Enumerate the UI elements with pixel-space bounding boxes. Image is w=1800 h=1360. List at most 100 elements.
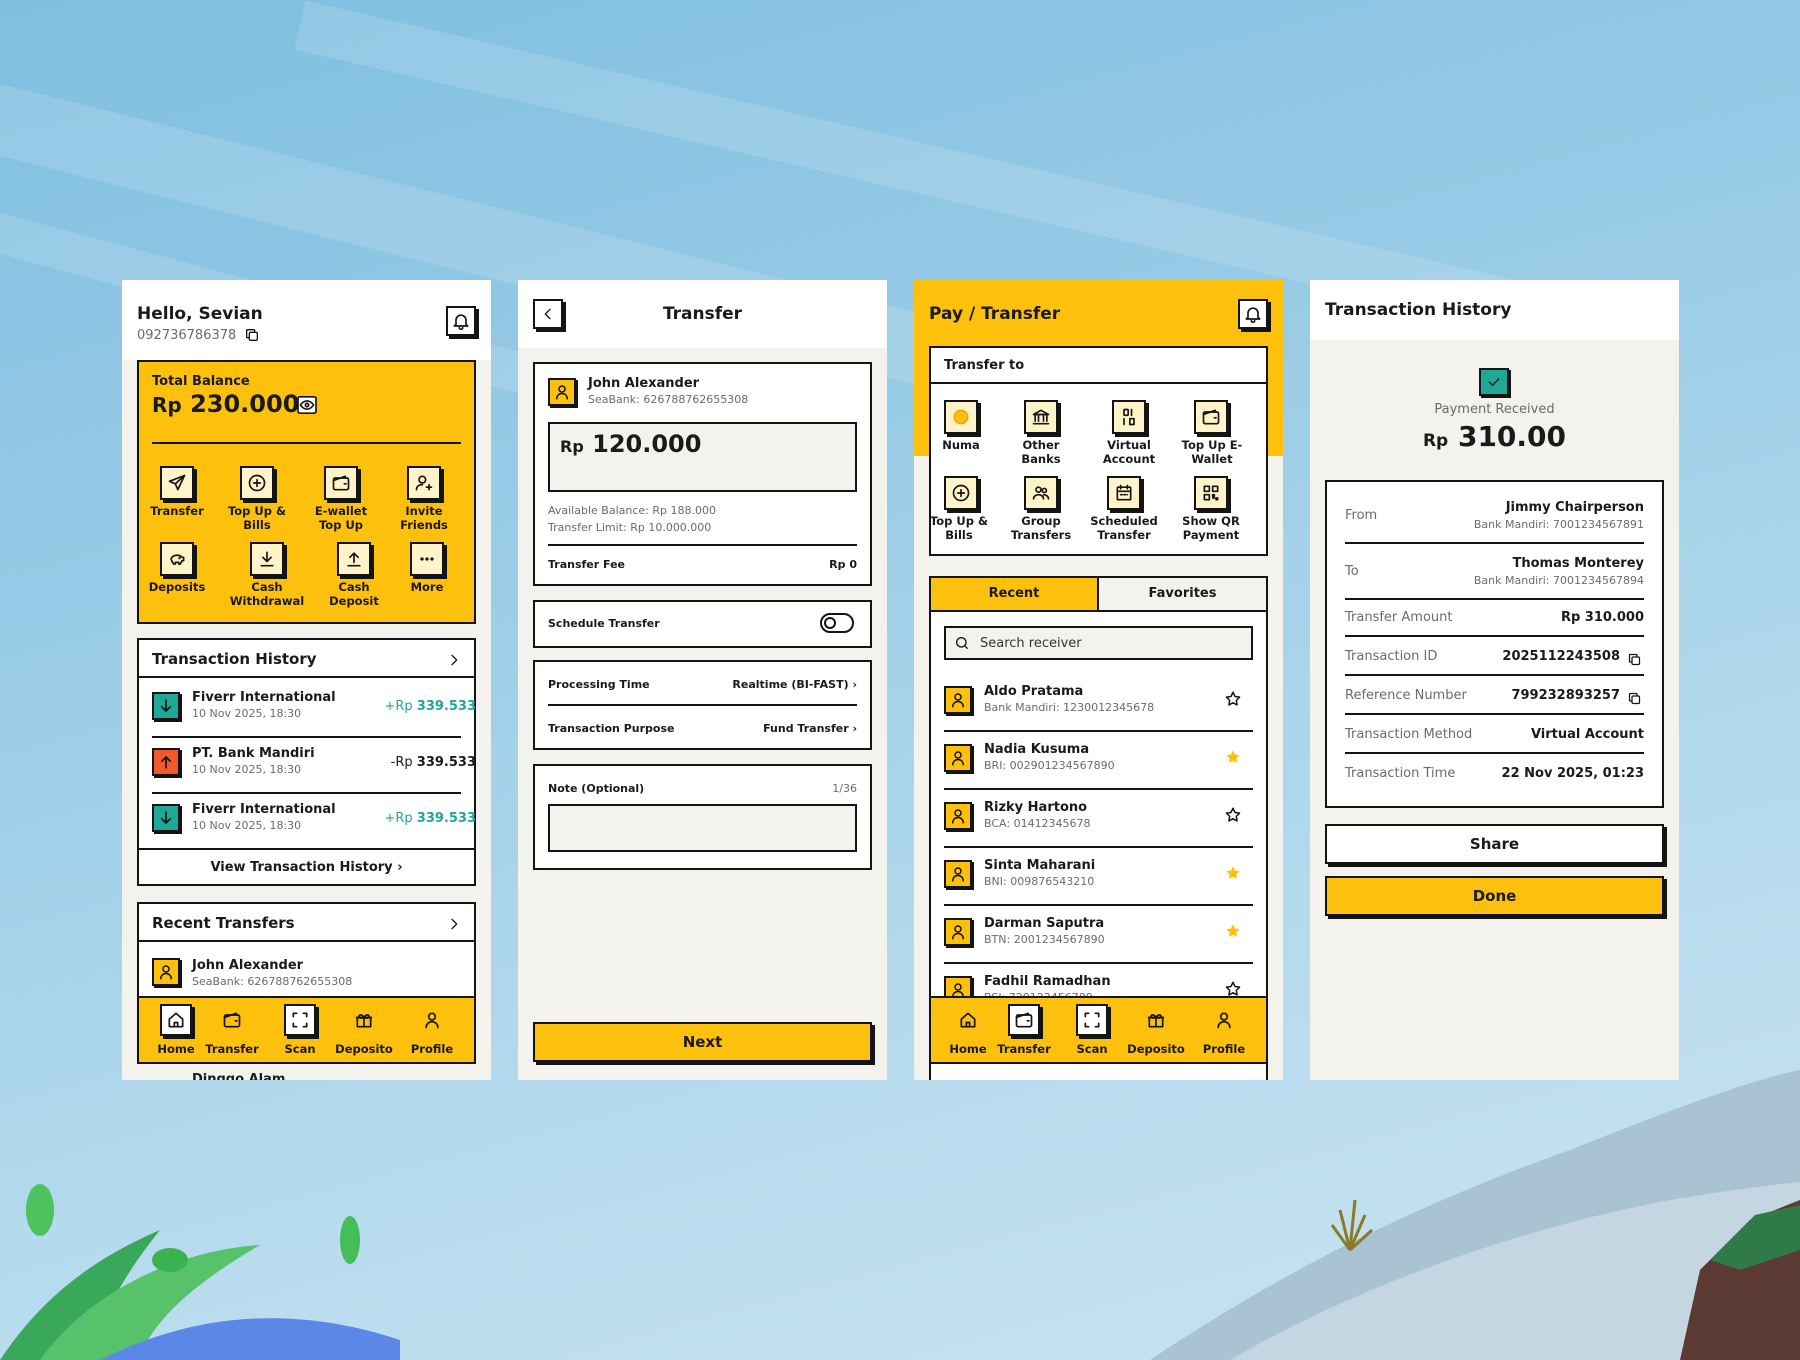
option-label: Group Transfers bbox=[1010, 514, 1072, 542]
recipient-name[interactable]: Dinggo Alam bbox=[192, 1072, 285, 1080]
action-label: Cash Deposit bbox=[329, 580, 379, 608]
detail-label: Reference Number bbox=[1345, 688, 1467, 703]
receiver-row[interactable]: Darman Saputra BTN: 2001234567890 bbox=[944, 908, 1253, 964]
option-label: Show QR Payment bbox=[1182, 514, 1240, 542]
star-filled-icon[interactable] bbox=[1224, 922, 1242, 944]
cash-withdrawal-action[interactable] bbox=[250, 542, 284, 576]
tab-recent[interactable]: Recent bbox=[929, 576, 1099, 612]
notification-button[interactable] bbox=[446, 306, 476, 336]
detail-label: Transfer Amount bbox=[1345, 610, 1453, 625]
gift-icon[interactable] bbox=[1146, 1010, 1166, 1030]
top-up-bills-action[interactable] bbox=[240, 466, 274, 500]
gift-icon[interactable] bbox=[354, 1010, 374, 1030]
option-label: Top Up & Bills bbox=[929, 514, 989, 542]
star-filled-icon[interactable] bbox=[1224, 748, 1242, 770]
transaction-date: 10 Nov 2025, 18:30 bbox=[192, 819, 302, 832]
chevron-right-icon[interactable] bbox=[446, 916, 462, 932]
upload-icon bbox=[347, 552, 361, 567]
wallet-icon[interactable] bbox=[222, 1010, 242, 1030]
processing-label: Processing Time bbox=[548, 678, 650, 691]
notification-button[interactable] bbox=[1238, 299, 1268, 329]
receiver-row[interactable]: Aldo Pratama Bank Mandiri: 1230012345678 bbox=[944, 676, 1253, 732]
nav-label: Profile bbox=[1202, 1042, 1246, 1056]
plant-decoration bbox=[0, 1184, 400, 1360]
virtual-account-option[interactable] bbox=[1112, 400, 1146, 434]
copy-icon[interactable] bbox=[1627, 691, 1642, 706]
receiver-name: Darman Saputra bbox=[984, 916, 1105, 931]
home-icon bbox=[168, 1012, 184, 1028]
done-button[interactable]: Done bbox=[1325, 876, 1664, 916]
profile-icon[interactable] bbox=[1214, 1010, 1234, 1030]
e-wallet-action[interactable] bbox=[324, 466, 358, 500]
available-balance: Available Balance: Rp 188.000 bbox=[548, 504, 716, 517]
action-label: Transfer bbox=[150, 504, 204, 518]
divider bbox=[152, 736, 461, 738]
star-outline-icon[interactable] bbox=[1224, 690, 1242, 712]
plus-circle-icon bbox=[248, 474, 266, 492]
user-icon bbox=[152, 958, 180, 986]
nav-home[interactable] bbox=[160, 1004, 192, 1036]
users-icon bbox=[1032, 486, 1050, 500]
nav-label: Scan bbox=[1076, 1042, 1108, 1056]
copy-icon[interactable] bbox=[244, 327, 260, 343]
receiver-row[interactable]: Nadia Kusuma BRI: 002901234567890 bbox=[944, 734, 1253, 790]
nav-scan[interactable] bbox=[284, 1004, 316, 1036]
user-plus-icon bbox=[415, 475, 433, 491]
home-screen: Hello, Sevian 092736786378 Total Balance… bbox=[122, 280, 491, 1080]
recipient-name: John Alexander bbox=[588, 376, 700, 391]
qr-code-icon bbox=[1203, 485, 1219, 501]
balance-amount: Rp 230.000 bbox=[152, 390, 300, 418]
action-label: Cash Withdrawal bbox=[229, 580, 305, 608]
transfer-action[interactable] bbox=[160, 466, 194, 500]
invite-friends-action[interactable] bbox=[407, 466, 441, 500]
nav-scan[interactable] bbox=[1076, 1004, 1108, 1036]
note-counter: 1/36 bbox=[832, 782, 857, 795]
receiver-row[interactable]: Rizky Hartono BCA: 01412345678 bbox=[944, 792, 1253, 848]
detail-row: Transfer Amount Rp 310.000 bbox=[1345, 598, 1644, 637]
detail-row: Transaction Method Virtual Account bbox=[1345, 715, 1644, 754]
to-label: To bbox=[1345, 564, 1359, 579]
star-outline-icon[interactable] bbox=[1224, 806, 1242, 828]
next-button[interactable]: Next bbox=[533, 1022, 872, 1062]
plus-circle-icon bbox=[952, 484, 970, 502]
purpose-select[interactable]: Fund Transfer › bbox=[763, 722, 857, 735]
group-transfers-option[interactable] bbox=[1024, 476, 1058, 510]
star-filled-icon[interactable] bbox=[1224, 864, 1242, 886]
divider bbox=[944, 730, 1253, 732]
nav-transfer[interactable] bbox=[1008, 1004, 1040, 1036]
cash-deposit-action[interactable] bbox=[337, 542, 371, 576]
receiver-row[interactable]: Sinta Maharani BNI: 009876543210 bbox=[944, 850, 1253, 906]
receiver-account: Bank Mandiri: 1230012345678 bbox=[984, 701, 1155, 714]
nav-label: Transfer bbox=[205, 1042, 259, 1056]
page-title: Transfer bbox=[662, 304, 743, 324]
note-input[interactable] bbox=[548, 804, 857, 852]
nav-label: Scan bbox=[284, 1042, 316, 1056]
receiver-name: Aldo Pratama bbox=[984, 684, 1084, 699]
scan-icon bbox=[1084, 1012, 1100, 1028]
top-up-bills-option[interactable] bbox=[944, 476, 978, 510]
transaction-date: 10 Nov 2025, 18:30 bbox=[192, 763, 302, 776]
nav-label: Transfer bbox=[997, 1042, 1051, 1056]
tab-favorites[interactable]: Favorites bbox=[1097, 576, 1268, 612]
nav-label: Profile bbox=[410, 1042, 454, 1056]
recipient-name[interactable]: John Alexander bbox=[192, 958, 303, 973]
top-up-ewallet-option[interactable] bbox=[1194, 400, 1228, 434]
profile-icon[interactable] bbox=[422, 1010, 442, 1030]
chevron-right-icon[interactable] bbox=[446, 652, 462, 668]
eye-icon[interactable] bbox=[297, 396, 317, 414]
more-action[interactable] bbox=[410, 542, 444, 576]
numa-option[interactable] bbox=[944, 400, 978, 434]
view-history-link[interactable]: View Transaction History › bbox=[137, 860, 476, 875]
option-label: Top Up E-Wallet bbox=[1181, 438, 1243, 466]
processing-select[interactable]: Realtime (BI-FAST) › bbox=[732, 678, 857, 691]
home-icon[interactable] bbox=[958, 1010, 978, 1030]
share-button[interactable]: Share bbox=[1325, 824, 1664, 864]
schedule-toggle[interactable] bbox=[820, 613, 854, 633]
other-banks-option[interactable] bbox=[1024, 400, 1058, 434]
nav-label: Home bbox=[949, 1042, 987, 1056]
show-qr-option[interactable] bbox=[1194, 476, 1228, 510]
receiver-name: Fadhil Ramadhan bbox=[984, 974, 1111, 989]
copy-icon[interactable] bbox=[1627, 652, 1642, 667]
deposits-action[interactable] bbox=[160, 542, 194, 576]
scheduled-transfer-option[interactable] bbox=[1107, 476, 1141, 510]
